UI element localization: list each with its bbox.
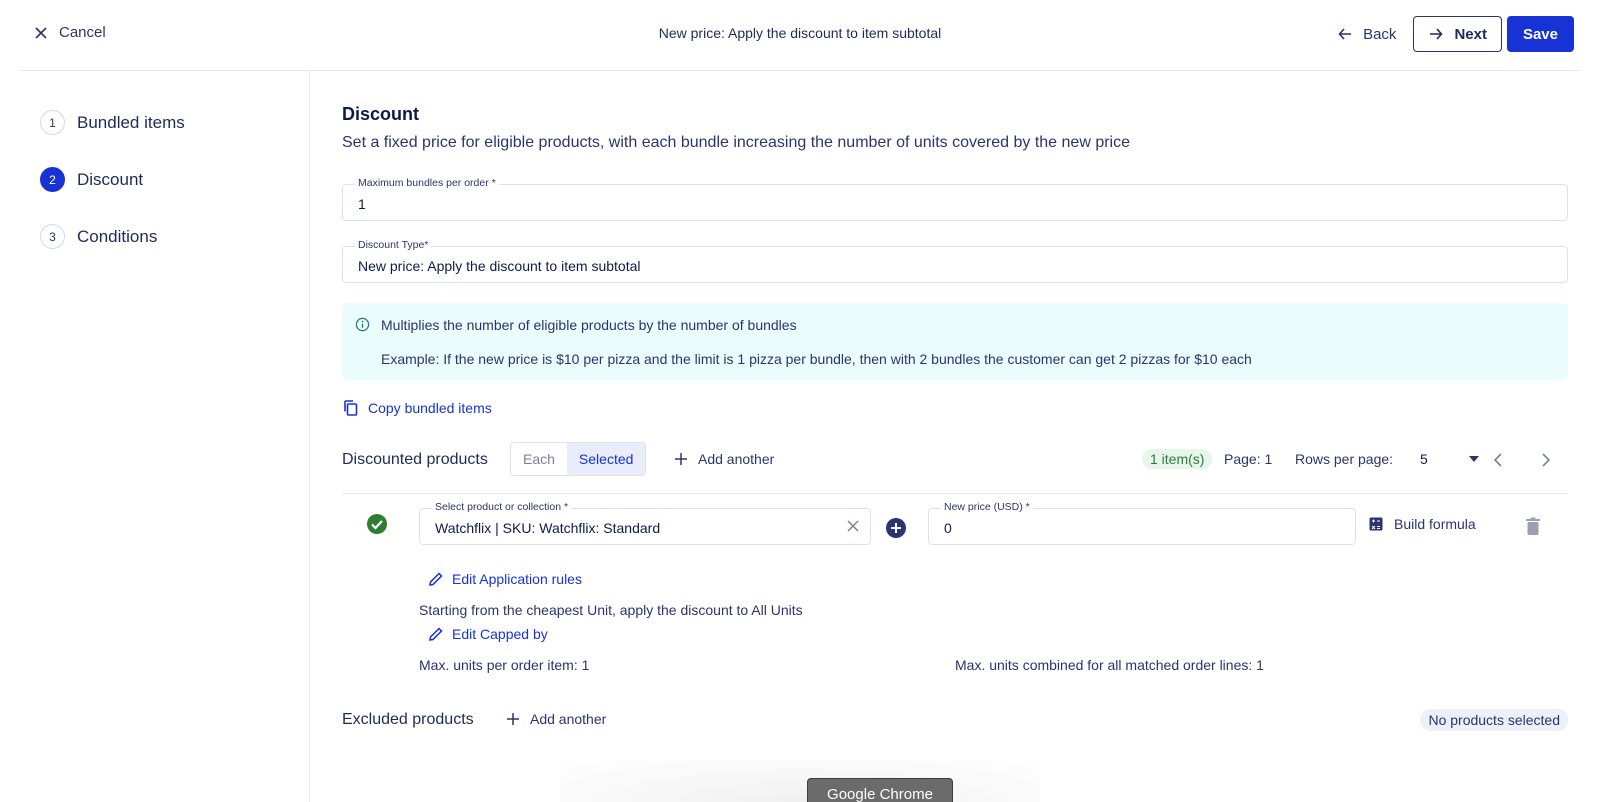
step-number: 1 (40, 110, 65, 135)
edit-application-rules-link[interactable]: Edit Application rules (428, 571, 582, 587)
check-circle-icon (367, 514, 387, 534)
max-combined-text: Max. units combined for all matched orde… (955, 657, 1264, 673)
rows-per-page-select[interactable]: 5 (1420, 451, 1480, 467)
step-conditions[interactable]: 3 Conditions (40, 224, 157, 249)
back-label: Back (1363, 25, 1397, 43)
step-label: Discount (77, 169, 144, 189)
calculator-icon (1369, 517, 1383, 531)
application-rule-text: Starting from the cheapest Unit, apply t… (419, 602, 803, 618)
new-price-field[interactable]: New price (USD) * 0 (928, 501, 1356, 545)
rows-per-page-label: Rows per page: (1295, 451, 1394, 467)
step-label: Conditions (77, 226, 158, 246)
section-title: Discount (342, 104, 420, 124)
excluded-products-label: Excluded products (342, 711, 474, 728)
chevron-right-icon[interactable] (1536, 451, 1554, 469)
top-actions: Back Next Save (1325, 16, 1574, 52)
build-formula-label: Build formula (1394, 516, 1476, 532)
clear-icon[interactable] (846, 519, 860, 533)
next-label: Next (1454, 25, 1487, 43)
discounted-products-header: Discounted products Each Selected Add an… (342, 442, 1568, 478)
edit-capped-label: Edit Capped by (452, 626, 548, 642)
page-indicator: Page: 1 (1224, 451, 1273, 467)
field-label: New price (USD) * (941, 501, 1033, 513)
item-count-badge: 1 item(s) (1142, 449, 1213, 469)
back-button[interactable]: Back (1325, 16, 1408, 52)
field-label: Maximum bundles per order * (355, 177, 499, 189)
cancel-label: Cancel (59, 24, 106, 41)
field-value: New price: Apply the discount to item su… (358, 258, 641, 274)
max-bundles-field[interactable]: Maximum bundles per order * 1 (342, 177, 1568, 221)
product-select-field[interactable]: Select product or collection * Watchflix… (419, 501, 871, 545)
step-discount[interactable]: 2 Discount (40, 167, 143, 192)
section-subtitle: Set a fixed price for eligible products,… (342, 134, 1130, 151)
add-another-label: Add another (698, 451, 775, 467)
save-button[interactable]: Save (1506, 16, 1574, 52)
field-label: Select product or collection * (432, 501, 572, 513)
browser-tooltip: Google Chrome (807, 778, 953, 802)
toggle-selected[interactable]: Selected (566, 443, 646, 475)
copy-bundled-items-link[interactable]: Copy bundled items (342, 399, 492, 417)
info-text: Multiplies the number of eligible produc… (381, 317, 797, 333)
sidebar: 1 Bundled items 2 Discount 3 Conditions (0, 71, 310, 802)
cancel-button[interactable]: Cancel (33, 24, 106, 41)
build-formula-button[interactable]: Build formula (1369, 516, 1476, 532)
step-bundled-items[interactable]: 1 Bundled items (40, 110, 185, 135)
add-excluded-product-button[interactable]: Add another (506, 711, 606, 727)
edit-application-label: Edit Application rules (452, 571, 582, 587)
add-another-label: Add another (530, 711, 607, 727)
field-value: 1 (358, 196, 366, 212)
copy-icon (344, 400, 358, 416)
each-selected-toggle: Each Selected (510, 442, 647, 476)
tooltip-shadow (560, 760, 1040, 802)
caret-down-icon (1469, 456, 1479, 462)
info-icon (355, 317, 370, 332)
close-icon (35, 26, 47, 39)
discounted-products-label: Discounted products (342, 451, 488, 468)
add-discounted-product-button[interactable]: Add another (674, 451, 774, 467)
next-button[interactable]: Next (1413, 16, 1502, 52)
top-bar: Cancel New price: Apply the discount to … (20, 0, 1580, 71)
info-example: Example: If the new price is $10 per piz… (381, 351, 1252, 367)
max-units-text: Max. units per order item: 1 (419, 657, 590, 673)
edit-capped-by-link[interactable]: Edit Capped by (428, 626, 548, 642)
plus-icon (507, 713, 519, 725)
discount-type-select[interactable]: Discount Type* New price: Apply the disc… (342, 239, 1568, 283)
arrow-left-icon (1338, 28, 1352, 40)
plus-icon (675, 453, 687, 465)
chevron-left-icon[interactable] (1490, 451, 1508, 469)
toggle-each[interactable]: Each (511, 443, 567, 475)
copy-bundled-label: Copy bundled items (368, 400, 492, 416)
pencil-icon (429, 627, 443, 641)
step-number: 3 (40, 224, 65, 249)
excluded-status-badge: No products selected (1420, 709, 1568, 731)
delete-icon[interactable] (1525, 517, 1541, 536)
step-number: 2 (40, 167, 65, 192)
step-label: Bundled items (77, 112, 185, 132)
pencil-icon (429, 572, 443, 586)
info-banner: Multiplies the number of eligible produc… (342, 303, 1568, 380)
rows-per-page-value: 5 (1420, 451, 1428, 467)
field-label: Discount Type* (355, 239, 432, 251)
add-circle-icon[interactable] (885, 517, 907, 539)
divider (342, 493, 1568, 494)
field-value: Watchflix | SKU: Watchflix: Standard (435, 520, 661, 536)
field-value: 0 (944, 520, 952, 536)
arrow-right-icon (1430, 28, 1444, 40)
